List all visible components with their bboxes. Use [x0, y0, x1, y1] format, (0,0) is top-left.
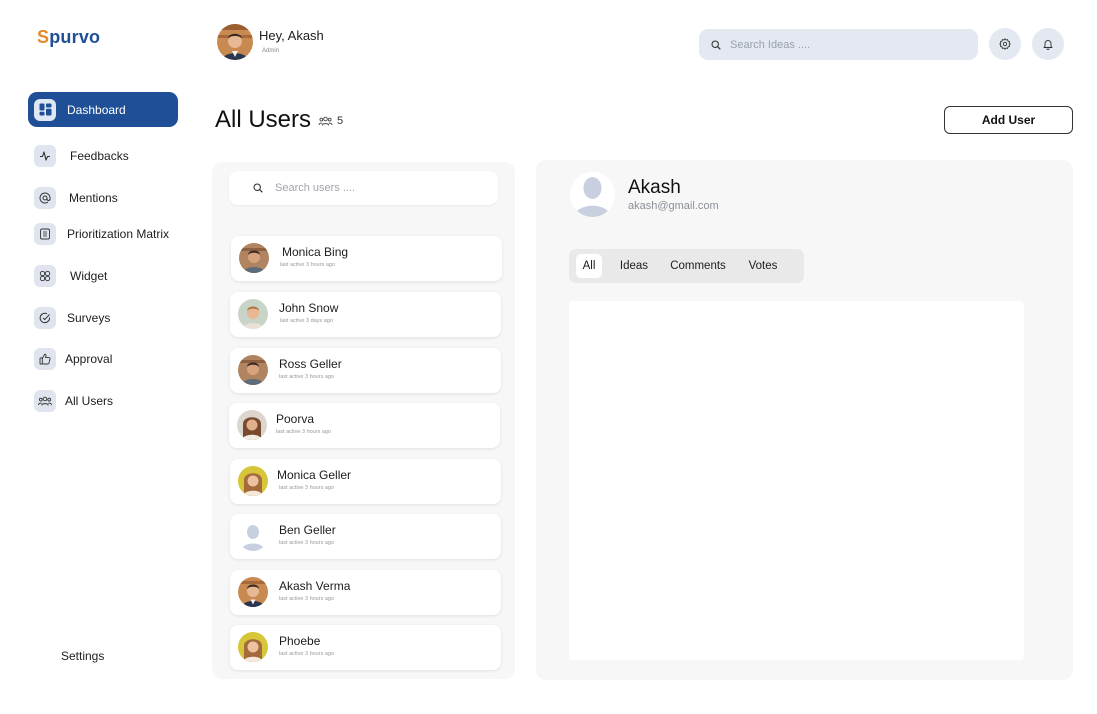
thumbs-up-icon — [34, 347, 56, 370]
logo-text: purvo — [49, 27, 101, 47]
activity-tabs: All Ideas Comments Votes — [569, 249, 804, 283]
tab-comments[interactable]: Comments — [663, 254, 733, 278]
activity-content-area — [569, 301, 1024, 660]
tab-votes[interactable]: Votes — [741, 254, 785, 278]
search-icon — [253, 183, 263, 193]
avatar — [238, 632, 268, 662]
user-list-item[interactable]: Ross Geller last active 3 hours ago — [230, 348, 501, 393]
avatar — [570, 172, 615, 217]
user-name: John Snow — [279, 301, 339, 315]
user-name: Poorva — [276, 412, 315, 426]
sidebar-item-label: Feedbacks — [70, 148, 129, 163]
user-list-item[interactable]: Monica Bing last active 3 hours ago — [231, 236, 502, 281]
user-list-item[interactable]: John Snow last active 3 days ago — [230, 292, 501, 337]
user-count-badge: 5 — [318, 115, 343, 127]
user-last-active: last active 3 hours ago — [279, 540, 335, 546]
detail-user-email: akash@gmail.com — [628, 200, 719, 212]
logo-first-letter: S — [37, 27, 50, 47]
sidebar-item-mentions[interactable]: Mentions — [28, 180, 178, 215]
user-count-value: 5 — [337, 115, 344, 127]
sidebar-item-label: Approval — [65, 351, 113, 366]
user-name: Ben Geller — [279, 523, 336, 537]
dashboard-icon — [34, 98, 56, 121]
sidebar-item-label: Surveys — [67, 310, 111, 325]
matrix-icon — [34, 222, 56, 245]
user-name: Monica Geller — [277, 468, 352, 482]
search-ideas-input[interactable] — [730, 38, 950, 51]
sidebar-item-widget[interactable]: Widget — [28, 258, 178, 293]
avatar — [238, 521, 268, 551]
user-last-active: last active 3 days ago — [280, 318, 333, 324]
user-last-active: last active 3 hours ago — [276, 429, 332, 435]
user-last-active: last active 3 hours ago — [279, 485, 335, 491]
user-list-panel: Monica Bing last active 3 hours ago John… — [212, 162, 515, 679]
tab-ideas[interactable]: Ideas — [614, 254, 654, 278]
sidebar-item-dashboard[interactable]: Dashboard — [28, 92, 178, 127]
activity-icon — [34, 144, 56, 167]
avatar — [238, 466, 268, 496]
sidebar-item-prioritization-matrix[interactable]: Prioritization Matrix — [28, 216, 178, 251]
sidebar-item-all-users[interactable]: All Users — [28, 383, 178, 418]
at-icon — [34, 186, 56, 209]
user-list-item[interactable]: Phoebe last active 3 hours ago — [230, 625, 501, 670]
avatar — [238, 299, 268, 329]
user-detail-panel: Akash akash@gmail.com All Ideas Comments… — [536, 160, 1073, 680]
widget-icon — [34, 264, 56, 287]
settings-button[interactable] — [989, 28, 1021, 60]
user-name: Monica Bing — [282, 245, 349, 259]
avatar — [237, 410, 267, 440]
search-ideas-bar[interactable] — [699, 29, 978, 60]
user-last-active: last active 3 hours ago — [279, 651, 335, 657]
sidebar-item-feedbacks[interactable]: Feedbacks — [28, 138, 178, 173]
sidebar-item-surveys[interactable]: Surveys — [28, 300, 178, 335]
user-name: Ross Geller — [279, 357, 342, 371]
page-title: All Users — [215, 106, 312, 133]
add-user-button[interactable]: Add User — [944, 106, 1073, 134]
sidebar-item-label: All Users — [65, 393, 114, 408]
user-last-active: last active 3 hours ago — [280, 262, 336, 268]
user-role: Admin — [262, 48, 280, 54]
sidebar-item-approval[interactable]: Approval — [28, 341, 178, 376]
user-list-item[interactable]: Ben Geller last active 3 hours ago — [230, 514, 501, 559]
sidebar-item-label: Widget — [70, 268, 108, 283]
check-circle-icon — [34, 306, 56, 329]
search-icon — [711, 39, 721, 50]
search-users-bar[interactable] — [229, 171, 498, 205]
user-list-item[interactable]: Monica Geller last active 3 hours ago — [230, 459, 501, 504]
brand-logo[interactable]: Spurvo — [37, 27, 100, 48]
user-list-item[interactable]: Akash Verma last active 3 hours ago — [230, 570, 501, 615]
search-users-input[interactable] — [275, 182, 495, 194]
detail-user-name: Akash — [628, 177, 681, 198]
user-list-item[interactable]: Poorva last active 3 hours ago — [229, 403, 500, 448]
settings-link[interactable]: Settings — [61, 649, 104, 663]
sidebar-item-label: Mentions — [69, 190, 118, 205]
sidebar-item-label: Dashboard — [67, 102, 126, 117]
users-icon — [34, 389, 56, 412]
sidebar-item-label: Prioritization Matrix — [67, 226, 170, 241]
user-name: Akash Verma — [279, 579, 351, 593]
greeting-text: Hey, Akash — [259, 28, 324, 43]
gear-icon — [999, 38, 1011, 50]
tab-all[interactable]: All — [576, 254, 602, 278]
user-last-active: last active 3 hours ago — [279, 374, 335, 380]
notifications-button[interactable] — [1032, 28, 1064, 60]
users-icon — [318, 115, 333, 127]
avatar — [239, 243, 269, 273]
avatar — [238, 355, 268, 385]
user-name: Phoebe — [279, 634, 321, 648]
avatar — [238, 577, 268, 607]
bell-icon — [1042, 38, 1054, 50]
user-last-active: last active 3 hours ago — [279, 596, 335, 602]
avatar[interactable] — [217, 24, 253, 60]
